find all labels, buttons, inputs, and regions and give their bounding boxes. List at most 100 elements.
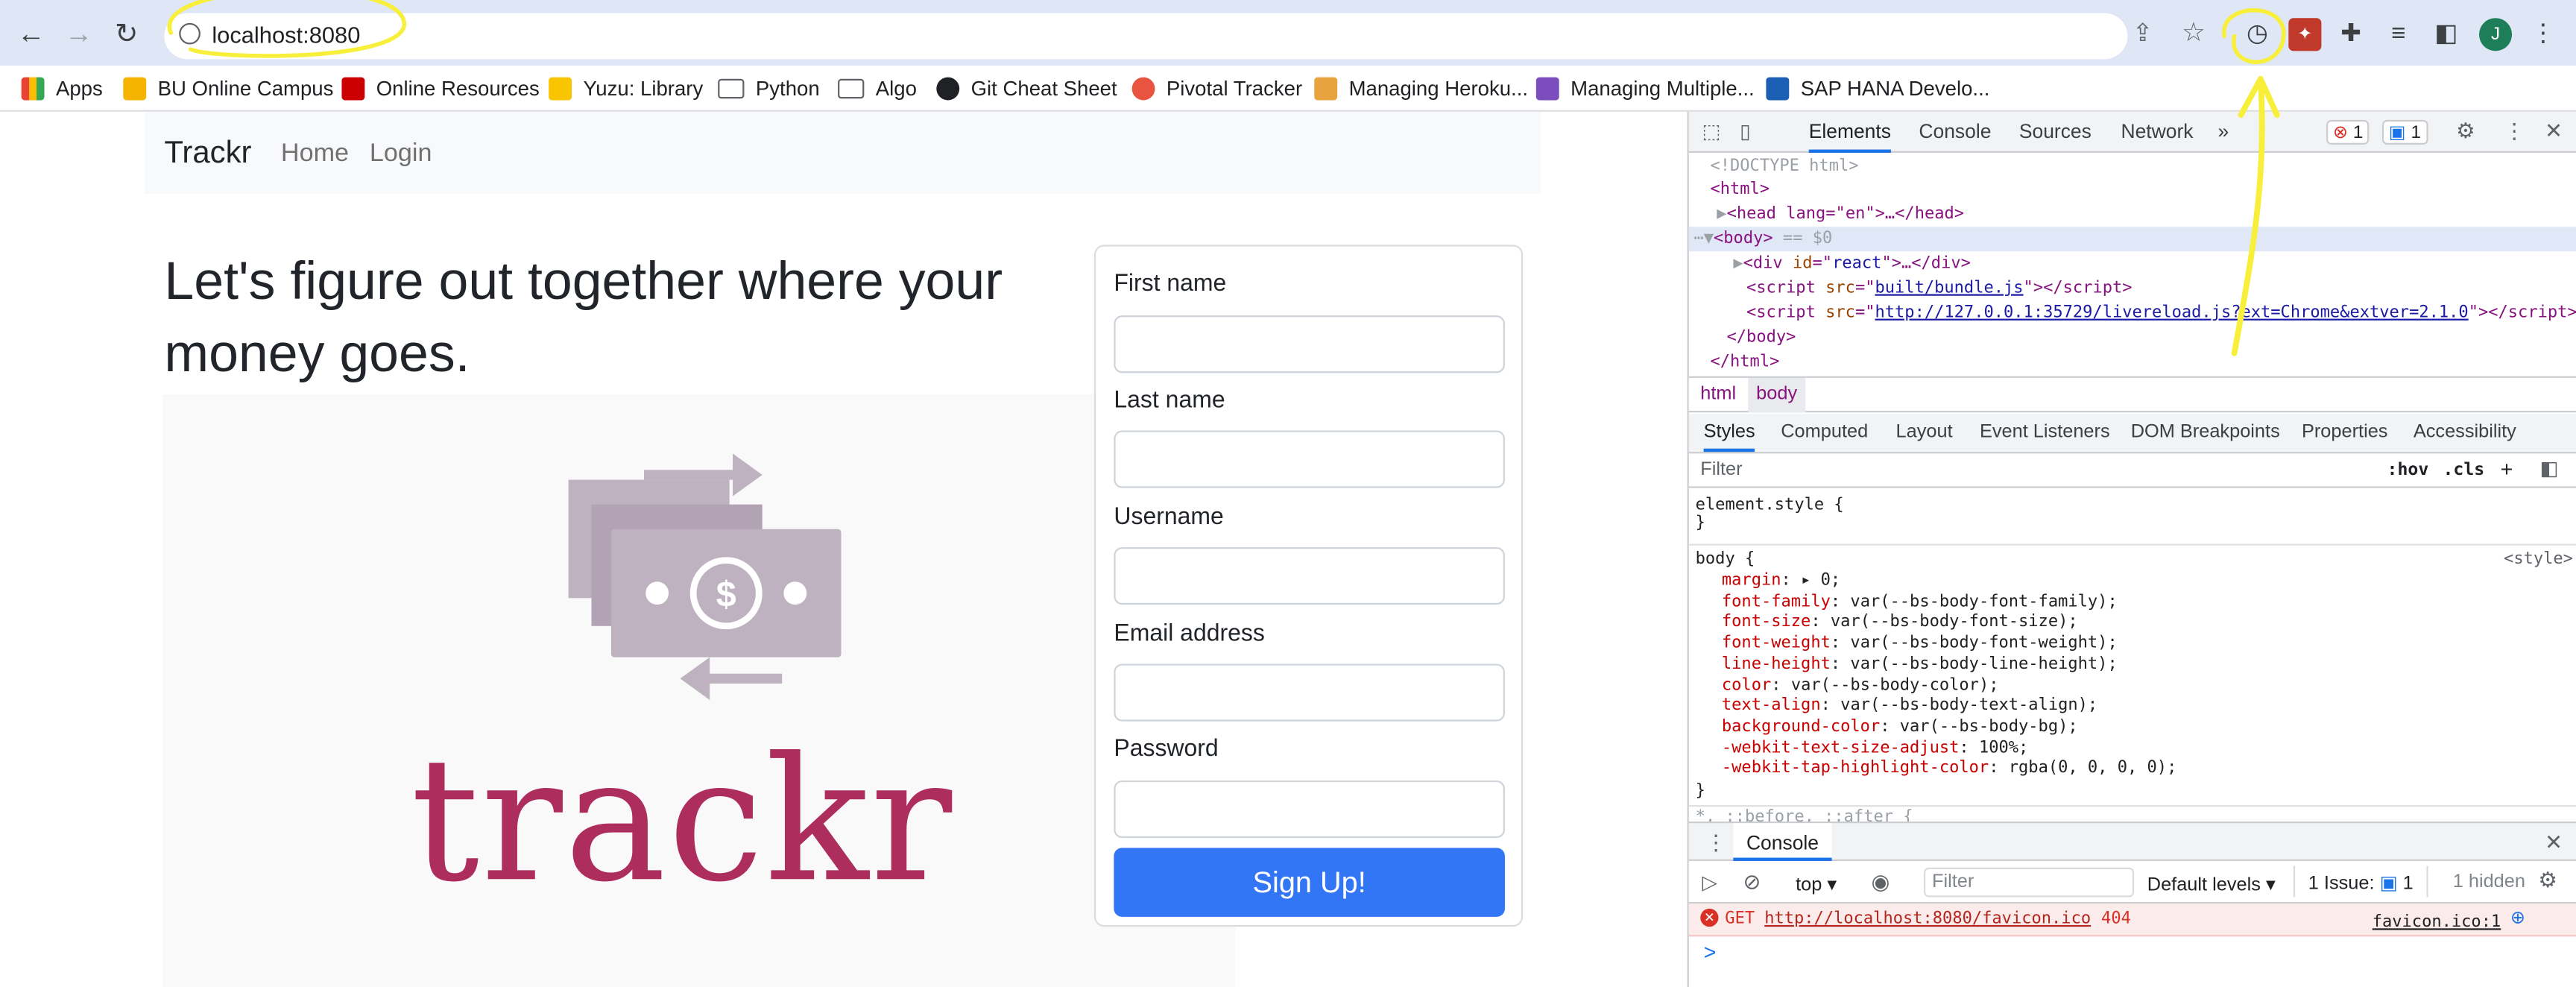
tab-sources[interactable]: Sources	[2019, 120, 2092, 143]
tab-event-listeners[interactable]: Event Listeners	[1980, 422, 2110, 441]
site-info-icon[interactable]	[179, 22, 201, 45]
css-property-name[interactable]: margin	[1722, 572, 1781, 590]
clear-console-icon[interactable]: ⊘	[1743, 869, 1761, 895]
css-property-name[interactable]: -webkit-text-size-adjust	[1722, 739, 1959, 757]
issues-button[interactable]: 1 Issue: ▣ 1	[2293, 865, 2428, 898]
css-property-value[interactable]: var(--bs-body-text-align);	[1840, 697, 2097, 715]
tab-dom-breakpoints[interactable]: DOM Breakpoints	[2131, 422, 2280, 441]
css-property-row[interactable]: text-align: var(--bs-body-text-align);	[1722, 697, 2097, 715]
css-property-value[interactable]: var(--bs-body-font-size);	[1831, 614, 2078, 631]
css-property-name[interactable]: line-height	[1722, 655, 1831, 673]
css-property-name[interactable]: background-color	[1722, 718, 1880, 736]
device-toolbar-icon[interactable]: ▯	[1740, 120, 1751, 143]
bookmark-folder-python[interactable]: Python	[718, 72, 820, 105]
dom-head-node[interactable]: ▶<head lang="en">…</head>	[1717, 206, 1964, 224]
side-panel-icon[interactable]: ◧	[2430, 18, 2463, 51]
tab-elements[interactable]: Elements	[1808, 120, 1891, 153]
tab-accessibility[interactable]: Accessibility	[2414, 422, 2516, 441]
extension-timer-icon[interactable]: ◷	[2241, 18, 2273, 51]
console-drawer-tab[interactable]: Console	[1733, 823, 1832, 861]
close-drawer-icon[interactable]: ✕	[2545, 830, 2563, 856]
tab-console[interactable]: Console	[1919, 120, 1991, 143]
extensions-puzzle-icon[interactable]: ✚	[2334, 18, 2367, 51]
crumb-html[interactable]: html	[1700, 385, 1736, 404]
css-property-name[interactable]: font-weight	[1722, 634, 1831, 652]
hov-toggle[interactable]: :hov	[2387, 460, 2429, 479]
bookmark-star-icon[interactable]: ☆	[2182, 16, 2206, 49]
css-property-row[interactable]: font-size: var(--bs-body-font-size);	[1722, 614, 2078, 631]
bookmark-sap-hana[interactable]: SAP HANA Develo...	[1766, 72, 1989, 105]
forward-arrow-icon[interactable]: →	[61, 16, 97, 52]
email-input[interactable]	[1114, 663, 1505, 722]
tab-properties[interactable]: Properties	[2302, 422, 2388, 441]
css-property-row[interactable]: line-height: var(--bs-body-line-height);	[1722, 655, 2118, 673]
bookmark-apps[interactable]: Apps	[21, 72, 103, 105]
css-property-value[interactable]: var(--bs-body-font-weight);	[1850, 634, 2117, 652]
css-property-row[interactable]: font-weight: var(--bs-body-font-weight);	[1722, 634, 2118, 652]
extension-red-icon[interactable]: ✦	[2288, 18, 2322, 51]
last-name-input[interactable]	[1114, 430, 1505, 488]
css-property-row[interactable]: font-family: var(--bs-body-font-family);	[1722, 593, 2118, 611]
css-property-name[interactable]: -webkit-tap-highlight-color	[1722, 760, 1989, 778]
bookmark-managing-multiple[interactable]: Managing Multiple...	[1535, 72, 1755, 105]
tab-network[interactable]: Network	[2121, 120, 2193, 143]
expand-triangle-icon[interactable]: ▶	[1717, 206, 1726, 224]
message-count-badge[interactable]: ▣ 1	[2381, 119, 2428, 145]
css-property-name[interactable]: font-size	[1722, 614, 1811, 631]
nav-home-link[interactable]: Home	[281, 139, 349, 169]
sidebar-toggle-icon[interactable]: ▷	[1702, 871, 1717, 894]
profile-avatar[interactable]: J	[2478, 18, 2513, 51]
css-property-row[interactable]: -webkit-tap-highlight-color: rgba(0, 0, …	[1722, 760, 2176, 778]
settings-gear-icon[interactable]: ⚙	[2456, 119, 2475, 145]
dom-script-livereload[interactable]: <script src="http://127.0.0.1:35729/live…	[1746, 304, 2576, 322]
bookmark-pivotal-tracker[interactable]: Pivotal Tracker	[1131, 72, 1302, 105]
url-text[interactable]: localhost:8080	[212, 22, 360, 48]
menu-kebab-icon[interactable]: ⋮	[2527, 18, 2560, 51]
drawer-menu-icon[interactable]: ⋮	[1705, 830, 1727, 856]
css-property-value[interactable]: rgba(0, 0, 0, 0);	[2009, 760, 2177, 778]
bookmark-managing-heroku[interactable]: Managing Heroku...	[1314, 72, 1528, 105]
bookmark-bu-online-campus[interactable]: BU Online Campus	[123, 72, 333, 105]
devtools-menu-icon[interactable]: ⋮	[2504, 119, 2525, 145]
css-property-name[interactable]: text-align	[1722, 697, 1821, 715]
css-property-row[interactable]: background-color: var(--bs-body-bg);	[1722, 718, 2078, 736]
dom-html-node[interactable]: <html>	[1710, 180, 1770, 198]
css-property-row[interactable]: margin: ▸ 0;	[1722, 572, 1840, 590]
element-style-rule[interactable]: element.style { }	[1696, 496, 1844, 532]
expand-triangle-icon[interactable]: ▶	[1733, 255, 1743, 273]
network-panel-icon[interactable]: ⊕	[2510, 907, 2525, 928]
inspect-element-icon[interactable]: ⬚	[1702, 120, 1720, 143]
css-property-row[interactable]: -webkit-text-size-adjust: 100%;	[1722, 739, 2028, 757]
first-name-input[interactable]	[1114, 315, 1505, 373]
log-levels-select[interactable]: Default levels ▾	[2147, 872, 2276, 895]
bookmark-git-cheat-sheet[interactable]: Git Cheat Sheet	[936, 72, 1117, 105]
css-property-name[interactable]: font-family	[1722, 593, 1831, 611]
error-source-link[interactable]: favicon.ico:1	[2373, 913, 2501, 931]
css-property-row[interactable]: color: var(--bs-body-color);	[1722, 676, 1999, 694]
css-property-value[interactable]: var(--bs-body-color);	[1791, 676, 1999, 694]
app-brand[interactable]: Trackr	[164, 136, 251, 172]
css-property-value[interactable]: var(--bs-body-font-family);	[1850, 593, 2117, 611]
css-property-value[interactable]: var(--bs-body-bg);	[1900, 718, 2078, 736]
console-prompt[interactable]: >	[1704, 940, 1717, 965]
css-property-name[interactable]: color	[1722, 676, 1771, 694]
address-bar[interactable]: localhost:8080 ⇪ ☆	[164, 13, 2206, 60]
sign-up-button[interactable]: Sign Up!	[1114, 848, 1505, 917]
live-expression-eye-icon[interactable]: ◉	[1871, 869, 1890, 895]
context-select[interactable]: top ▾	[1796, 872, 1837, 895]
body-rule-selector[interactable]: body {	[1696, 550, 1755, 568]
livereload-link[interactable]: http://127.0.0.1:35729/livereload.js?ext…	[1875, 304, 2468, 322]
css-property-value[interactable]: var(--bs-body-line-height);	[1850, 655, 2117, 673]
close-devtools-icon[interactable]: ✕	[2545, 119, 2563, 145]
collapse-triangle-icon[interactable]: ▼	[1704, 230, 1714, 248]
back-arrow-icon[interactable]: ←	[13, 16, 49, 52]
dom-body-node[interactable]: ⋯▼<body> == $0	[1693, 230, 1832, 248]
reload-icon[interactable]: ↻	[108, 16, 144, 52]
bookmark-yuzu-library[interactable]: Yuzu: Library	[549, 72, 703, 105]
dom-doctype[interactable]: <!DOCTYPE html>	[1710, 158, 1858, 176]
reading-list-icon[interactable]: ≡	[2382, 18, 2415, 51]
error-count-badge[interactable]: ⊗ 1	[2326, 119, 2370, 145]
share-icon[interactable]: ⇪	[2133, 18, 2153, 47]
cls-toggle[interactable]: .cls	[2443, 460, 2484, 479]
tab-layout[interactable]: Layout	[1896, 422, 1953, 441]
